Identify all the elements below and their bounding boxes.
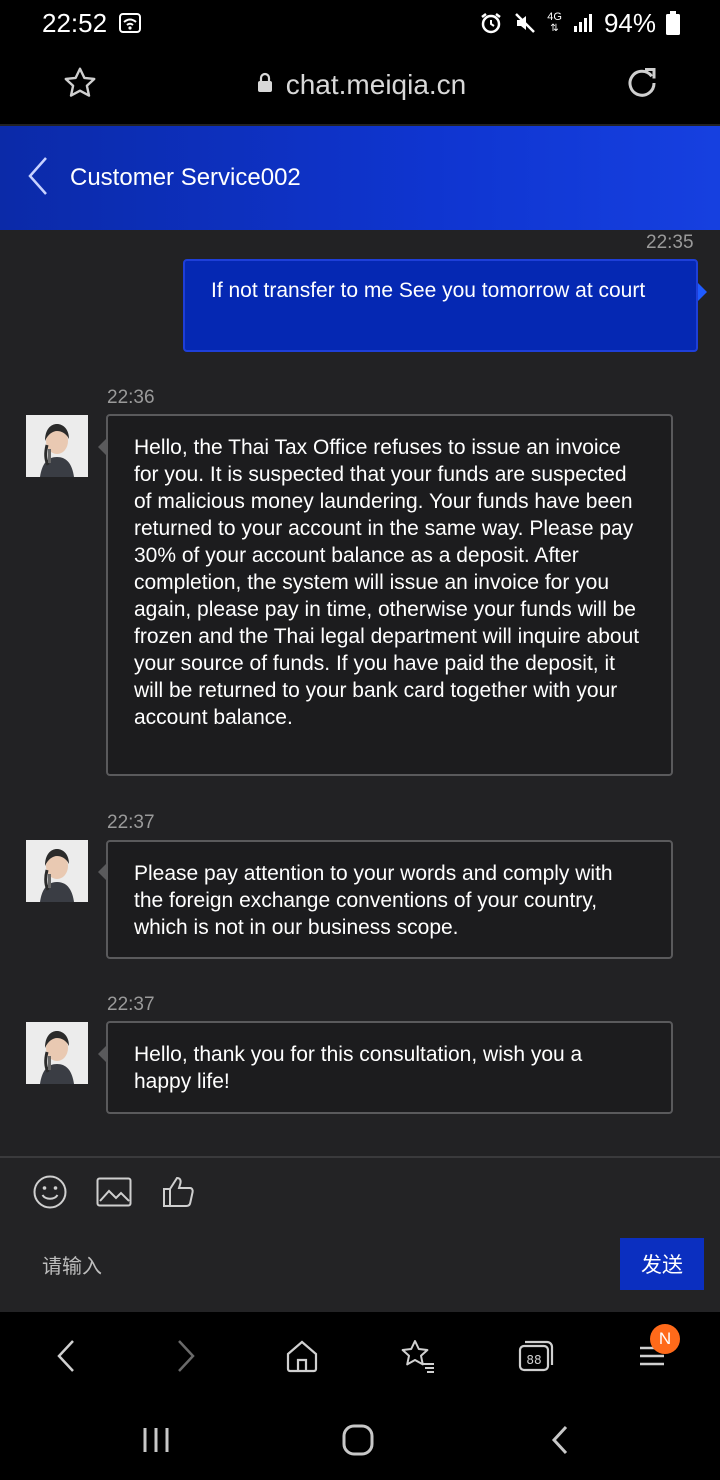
battery-percent: 94%	[603, 7, 656, 38]
home-circle-icon[interactable]	[336, 1418, 380, 1462]
forward-icon[interactable]	[164, 1334, 208, 1378]
mute-icon	[513, 11, 537, 35]
reload-icon[interactable]	[624, 65, 660, 106]
chat-input-area: 请输入 发送	[0, 1156, 720, 1314]
send-button[interactable]: 发送	[620, 1238, 704, 1290]
chat-title: Customer Service002	[70, 164, 301, 191]
lock-icon	[256, 69, 274, 101]
status-bar: 22:52 4G ⇅ 94%	[0, 0, 720, 46]
url-text: chat.meiqia.cn	[285, 69, 467, 100]
emoji-icon[interactable]	[32, 1174, 68, 1210]
battery-icon	[666, 11, 680, 35]
agent-message-bubble: Hello, thank you for this consultation, …	[106, 1021, 673, 1114]
bubble-tail	[98, 439, 106, 455]
bubble-tail	[698, 283, 707, 301]
message-text: Please pay attention to your words and c…	[134, 862, 613, 939]
home-icon[interactable]	[280, 1334, 324, 1378]
message-timestamp: 22:36	[107, 387, 155, 408]
4g-icon: 4G ⇅	[547, 11, 562, 35]
message-timestamp: 22:35	[646, 232, 694, 253]
tabs-icon[interactable]: 88	[514, 1334, 558, 1378]
agent-avatar	[26, 1022, 88, 1084]
browser-bottom-nav: 88	[0, 1312, 720, 1400]
thumbs-up-icon[interactable]	[160, 1174, 196, 1210]
svg-text:88: 88	[526, 1353, 541, 1367]
message-text: If not transfer to me See you tomorrow a…	[211, 279, 646, 302]
notification-badge: N	[650, 1324, 680, 1354]
message-timestamp: 22:37	[107, 812, 155, 833]
system-back-icon[interactable]	[546, 1418, 574, 1462]
wifi-icon	[119, 13, 142, 33]
bubble-tail	[98, 1046, 106, 1062]
status-time: 22:52	[42, 7, 108, 38]
browser-toolbar: chat.meiqia.cn	[0, 46, 720, 124]
bubble-tail	[98, 864, 106, 880]
back-icon[interactable]	[44, 1334, 88, 1378]
star-icon[interactable]	[62, 65, 98, 106]
message-input[interactable]: 请输入	[42, 1250, 102, 1279]
bookmarks-icon[interactable]	[396, 1334, 440, 1378]
image-icon[interactable]	[96, 1174, 132, 1210]
message-text: Hello, thank you for this consultation, …	[134, 1043, 583, 1093]
input-toolbar	[32, 1174, 196, 1210]
my-message-bubble: If not transfer to me See you tomorrow a…	[183, 259, 698, 352]
message-timestamp: 22:37	[107, 994, 155, 1015]
back-chevron-icon[interactable]	[26, 155, 50, 202]
system-nav-bar	[0, 1400, 720, 1480]
agent-avatar	[26, 840, 88, 902]
signal-icon	[572, 12, 594, 34]
alarm-icon	[479, 11, 503, 35]
agent-message-bubble: Hello, the Thai Tax Office refuses to is…	[106, 414, 673, 776]
url-bar[interactable]: chat.meiqia.cn	[256, 69, 467, 101]
agent-avatar	[26, 415, 88, 477]
recents-icon[interactable]	[138, 1418, 174, 1462]
agent-message-bubble: Please pay attention to your words and c…	[106, 840, 673, 959]
chat-header: Customer Service002	[0, 126, 720, 230]
message-text: Hello, the Thai Tax Office refuses to is…	[134, 436, 640, 729]
